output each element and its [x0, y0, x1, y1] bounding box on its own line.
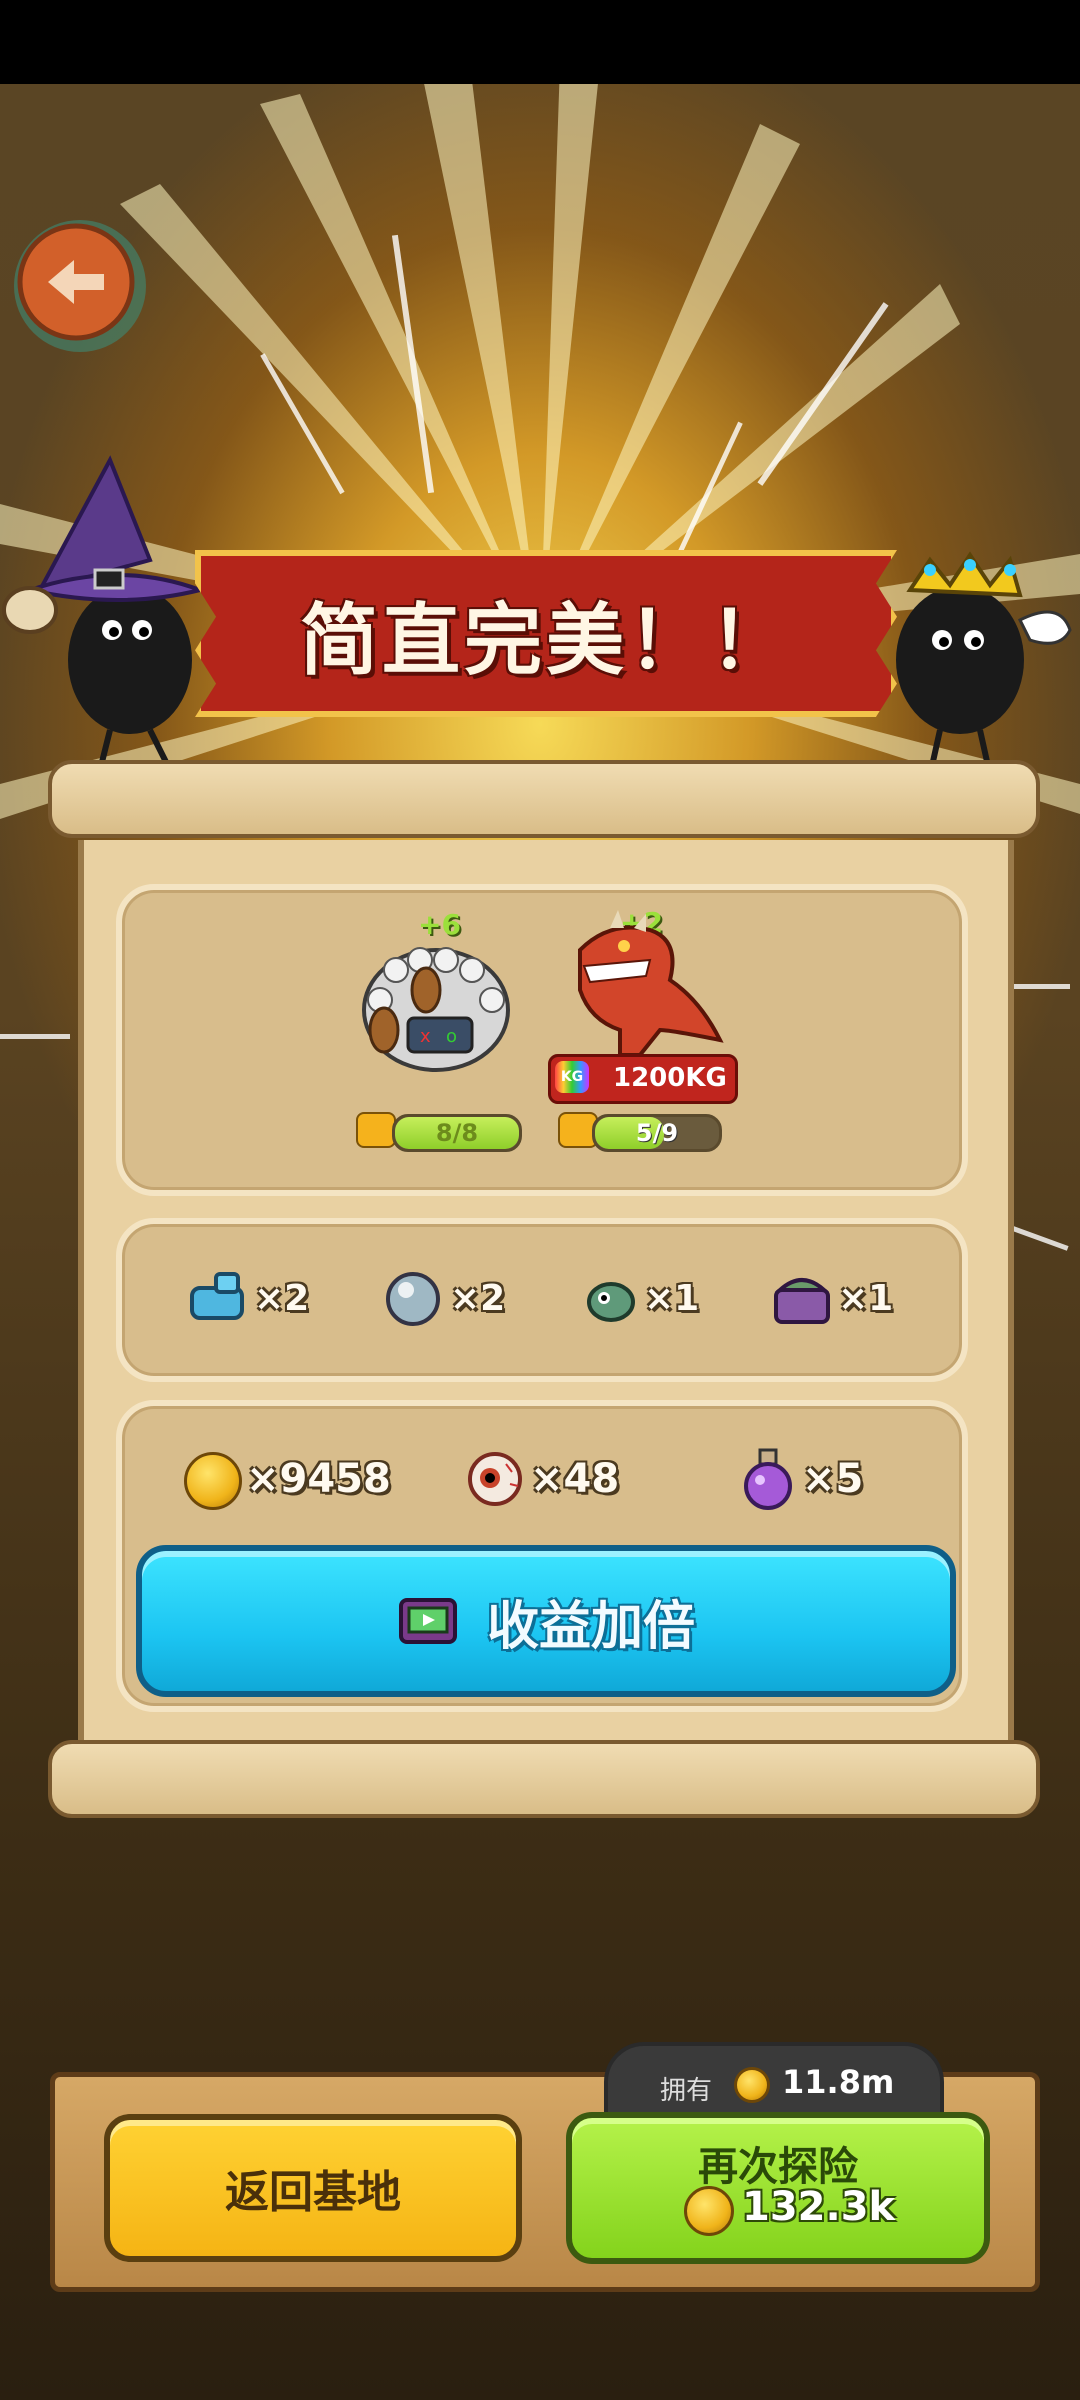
item-count: ×2: [450, 1278, 506, 1319]
monster-level-bar: 5/9: [592, 1114, 722, 1152]
pearl-orb-icon: [386, 1272, 440, 1326]
return-home-button[interactable]: 返回基地: [104, 2114, 522, 2262]
monster-level-text: 5/9: [635, 1119, 679, 1147]
monster-weight-badge: KG 1200KG: [548, 1054, 738, 1104]
gold-coin-icon: [184, 1452, 242, 1510]
double-reward-button[interactable]: 收益加倍: [136, 1545, 956, 1697]
monster-crown-icon: [356, 1112, 396, 1148]
result-banner-area: 简直完美！！: [0, 440, 1080, 780]
green-creature-icon: [587, 1282, 635, 1322]
red-dino-monster-icon: [578, 910, 724, 1057]
crown-monster-icon: [896, 551, 1072, 776]
svg-text:x: x: [420, 1026, 431, 1047]
blue-machine-icon: [190, 1272, 244, 1320]
scroll-bottom-rod: [48, 1740, 1040, 1818]
gold-coin-icon: [684, 2186, 734, 2236]
witch-hat-monster-icon: [2, 455, 207, 772]
wool-sheep-monster-icon: x o: [362, 947, 510, 1072]
banner-title: 简直完美！！: [299, 595, 792, 686]
gold-coin-icon: [734, 2067, 770, 2103]
item-count: ×1: [644, 1278, 700, 1319]
svg-text:o: o: [446, 1026, 457, 1047]
resource-count: ×48: [530, 1456, 620, 1502]
tv-ad-icon: [398, 1598, 457, 1644]
weight-kg-icon: KG: [555, 1061, 589, 1093]
double-reward-label: 收益加倍: [486, 1596, 695, 1657]
scroll-top-rod: [48, 760, 1040, 838]
monster-level-bar: 8/8: [392, 1114, 522, 1152]
item-count: ×2: [254, 1278, 310, 1319]
explore-cost: 132.3k: [742, 2184, 896, 2230]
resource-count: ×9458: [246, 1456, 391, 1502]
purple-potion-icon: [744, 1448, 792, 1510]
resource-count: ×5: [802, 1456, 864, 1502]
monster-level-text: 8/8: [435, 1119, 479, 1147]
monster-bonus: +6: [418, 908, 461, 941]
back-button[interactable]: [8, 214, 158, 364]
monster-weight: 1200KG: [613, 1063, 727, 1093]
owned-label: 拥有: [660, 2076, 713, 2106]
return-home-label: 返回基地: [225, 2167, 401, 2218]
owned-coins-value: 11.8m: [782, 2063, 895, 2101]
purple-chest-icon: [774, 1278, 830, 1324]
eyeball-icon: [468, 1452, 522, 1506]
explore-again-button[interactable]: 再次探险 132.3k: [566, 2112, 990, 2264]
item-count: ×1: [838, 1278, 894, 1319]
monster-reward-panel: [116, 884, 968, 1196]
banner-ribbon: 简直完美！！: [195, 550, 897, 717]
